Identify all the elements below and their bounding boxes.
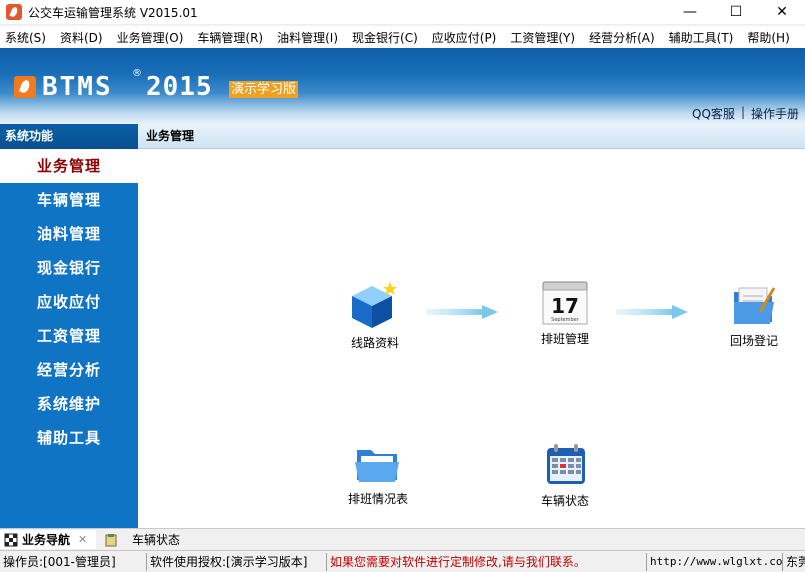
status-website[interactable]: http://www.wlglxt.com	[647, 552, 783, 571]
menu-help[interactable]: 帮助(H)	[744, 29, 792, 46]
menu-cash-bank[interactable]: 现金银行(C)	[349, 29, 421, 46]
flow-arrow-icon	[616, 305, 688, 319]
sidebar-header: 系统功能	[0, 124, 138, 149]
status-trail: 东莞	[786, 554, 805, 569]
status-operator: 操作员:[001-管理员]	[0, 552, 147, 571]
menu-fuel[interactable]: 油料管理(I)	[274, 29, 341, 46]
minimize-button[interactable]: —	[667, 0, 713, 24]
menu-receivable-payable[interactable]: 应收应付(P)	[429, 29, 500, 46]
folder-icon	[355, 450, 399, 482]
close-button[interactable]: ✕	[759, 0, 805, 24]
vehicle-status-node[interactable]: 车辆状态	[541, 440, 589, 509]
menu-vehicle[interactable]: 车辆管理(R)	[194, 29, 266, 46]
sidebar: 系统功能 业务管理 车辆管理 油料管理 现金银行 应收应付 工资管理 经营分析 …	[0, 124, 138, 528]
tab-label: 车辆状态	[132, 533, 181, 547]
sidebar-item-fuel[interactable]: 油料管理	[0, 217, 138, 251]
sidebar-item-analysis[interactable]: 经营分析	[0, 353, 138, 387]
logo-registered-mark: ®	[132, 68, 142, 79]
calendar-icon: 17 September	[542, 281, 588, 325]
tab-label: 业务导航	[22, 533, 71, 547]
flow-arrow-icon	[426, 305, 498, 319]
calendar-grid-icon	[547, 444, 585, 484]
clipboard-icon	[105, 533, 117, 546]
main-header: 业务管理	[138, 124, 805, 149]
qq-support-link[interactable]: QQ客服	[692, 105, 735, 122]
menu-payroll[interactable]: 工资管理(Y)	[507, 29, 578, 46]
node-label: 线路资料	[350, 336, 399, 350]
calendar-day: 17	[551, 294, 579, 318]
sidebar-item-receivable-payable[interactable]: 应收应付	[0, 285, 138, 319]
menu-data[interactable]: 资料(D)	[57, 29, 106, 46]
title-bar: 公交车运输管理系统 V2015.01 — ☐ ✕	[0, 0, 805, 24]
sidebar-item-maintenance[interactable]: 系统维护	[0, 387, 138, 421]
logo-year: 2015	[146, 72, 213, 102]
sidebar-item-cash-bank[interactable]: 现金银行	[0, 251, 138, 285]
sidebar-item-payroll[interactable]: 工资管理	[0, 319, 138, 353]
main-panel: 业务管理 线路资料 17 September 排班管理 回场登记 排班情况表 车…	[138, 124, 805, 528]
scheduling-node[interactable]: 17 September 排班管理	[540, 280, 590, 347]
flag-icon	[4, 533, 18, 546]
menu-bar: 系统(S) 资料(D) 业务管理(O) 车辆管理(R) 油料管理(I) 现金银行…	[0, 26, 805, 48]
menu-business[interactable]: 业务管理(O)	[114, 29, 187, 46]
status-notice: 如果您需要对软件进行定制修改,请与我们联系。	[327, 552, 647, 571]
node-label: 回场登记	[730, 334, 779, 348]
manual-link[interactable]: 操作手册	[751, 105, 799, 122]
tab-business-nav[interactable]: 业务导航 ✕	[0, 530, 96, 549]
banner: BTMS ® 2015 演示学习版 QQ客服 | 操作手册	[0, 48, 805, 124]
edition-badge: 演示学习版	[229, 81, 299, 98]
menu-tools[interactable]: 辅助工具(T)	[666, 29, 737, 46]
schedule-report-node[interactable]: 排班情况表	[348, 446, 408, 507]
sidebar-item-tools[interactable]: 辅助工具	[0, 421, 138, 455]
maximize-button[interactable]: ☐	[713, 0, 759, 24]
folder-edit-icon	[734, 287, 776, 324]
tab-vehicle-status[interactable]: 车辆状态	[100, 530, 180, 549]
menu-analysis[interactable]: 经营分析(A)	[586, 29, 658, 46]
status-license: 软件使用授权:[演示学习版本]	[147, 552, 327, 571]
menu-system[interactable]: 系统(S)	[2, 29, 49, 46]
brand-logo-icon	[14, 76, 36, 98]
top-links: QQ客服 | 操作手册	[692, 105, 799, 122]
close-icon[interactable]: ✕	[78, 533, 87, 546]
bottom-tab-bar: 业务导航 ✕ 车辆状态	[0, 528, 805, 549]
route-data-node[interactable]: 线路资料	[350, 280, 400, 351]
sidebar-item-business[interactable]: 业务管理	[0, 149, 138, 183]
return-registration-node[interactable]: 回场登记	[730, 282, 778, 349]
cube-icon	[352, 282, 397, 328]
node-label: 车辆状态	[541, 494, 590, 508]
window-title: 公交车运输管理系统 V2015.01	[28, 6, 198, 20]
status-bar: 操作员:[001-管理员] 软件使用授权:[演示学习版本] 如果您需要对软件进行…	[0, 550, 805, 572]
link-separator: |	[740, 105, 745, 119]
logo-text: BTMS	[42, 72, 113, 102]
sidebar-item-vehicle[interactable]: 车辆管理	[0, 183, 138, 217]
app-logo-icon	[6, 4, 22, 20]
node-label: 排班情况表	[348, 492, 409, 506]
node-label: 排班管理	[540, 332, 589, 346]
calendar-month: September	[551, 317, 580, 323]
